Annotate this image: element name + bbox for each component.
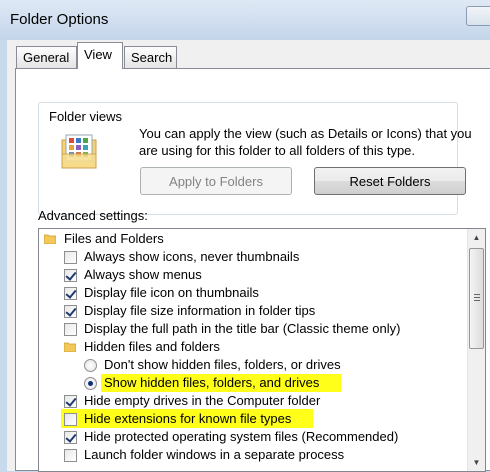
folder-icon <box>64 342 76 352</box>
tree-item-dont-show-hidden[interactable]: Don't show hidden files, folders, or dri… <box>39 356 459 374</box>
checkbox[interactable] <box>64 431 77 444</box>
checkbox[interactable] <box>64 449 77 462</box>
tree-item-label: Hidden files and folders <box>84 339 220 354</box>
checkbox[interactable] <box>64 305 77 318</box>
tree-item-launch-separate-process[interactable]: Launch folder windows in a separate proc… <box>39 446 459 464</box>
tab-view-label: View <box>84 47 112 62</box>
tab-view[interactable]: View <box>77 42 123 69</box>
folder-views-label: Folder views <box>46 109 125 124</box>
folder-views-description: You can apply the view (such as Details … <box>139 126 472 158</box>
tab-search[interactable]: Search <box>124 46 177 68</box>
tree-item-label: Hide protected operating system files (R… <box>84 429 399 444</box>
tree-item-hide-empty-drives[interactable]: Hide empty drives in the Computer folder <box>39 392 459 410</box>
scroll-thumb[interactable] <box>469 248 484 349</box>
vertical-scrollbar[interactable]: ▲ ▼ <box>467 229 485 471</box>
folder-options-dialog: General View Search Folder views You can… <box>7 40 490 472</box>
title-bar: Folder Options <box>0 0 490 40</box>
folder-icon <box>44 234 56 244</box>
tab-general-label: General <box>23 50 70 65</box>
radio-button[interactable] <box>84 359 97 372</box>
view-tab-panel: Folder views You can apply the view (suc… <box>15 68 490 472</box>
tree-item-label: Show hidden files, folders, and drives <box>104 375 320 390</box>
apply-to-folders-button[interactable]: Apply to Folders <box>140 167 292 195</box>
tree-item-label: Always show icons, never thumbnails <box>84 249 300 264</box>
tree-item-label: Hide extensions for known file types <box>84 411 292 426</box>
tree-item-label: Display the full path in the title bar (… <box>84 321 401 336</box>
tree-item-display-full-path[interactable]: Display the full path in the title bar (… <box>39 320 459 338</box>
checkbox[interactable] <box>64 323 77 336</box>
tree-item-label: Always show menus <box>84 267 202 282</box>
close-icon <box>467 7 490 27</box>
reset-folders-button[interactable]: Reset Folders <box>314 167 466 195</box>
tree-item-hide-protected-files[interactable]: Hide protected operating system files (R… <box>39 428 459 446</box>
tree-item-hidden-files-and-folders: Hidden files and folders <box>39 338 459 356</box>
tree-item-label: Hide empty drives in the Computer folder <box>84 393 321 408</box>
advanced-settings-tree[interactable]: Files and Folders Always show icons, nev… <box>38 228 486 472</box>
window-title: Folder Options <box>10 11 109 28</box>
tab-search-label: Search <box>131 50 173 65</box>
grip-icon <box>474 294 480 302</box>
tree-item-files-and-folders: Files and Folders <box>39 230 459 248</box>
advanced-settings-label: Advanced settings: <box>38 208 148 223</box>
tree-item-label: Display file size information in folder … <box>84 303 316 318</box>
checkbox[interactable] <box>64 395 77 408</box>
tree-item-always-show-icons[interactable]: Always show icons, never thumbnails <box>39 248 459 266</box>
tree-item-label: Files and Folders <box>64 231 164 246</box>
tree-item-hide-extensions[interactable]: Hide extensions for known file types <box>39 410 459 428</box>
folder-views-icon <box>61 134 97 169</box>
tree-item-display-file-icon[interactable]: Display file icon on thumbnails <box>39 284 459 302</box>
checkbox[interactable] <box>64 287 77 300</box>
tree-item-label: Don't show hidden files, folders, or dri… <box>104 357 341 372</box>
checkbox[interactable] <box>64 251 77 264</box>
tree-item-always-show-menus[interactable]: Always show menus <box>39 266 459 284</box>
radio-button[interactable] <box>84 377 97 390</box>
checkbox[interactable] <box>64 269 77 282</box>
close-button[interactable] <box>466 6 490 26</box>
tree-item-label: Launch folder windows in a separate proc… <box>84 447 345 462</box>
scroll-up-icon[interactable]: ▲ <box>468 229 485 246</box>
checkbox[interactable] <box>64 413 77 426</box>
tree-item-label: Display file icon on thumbnails <box>84 285 259 300</box>
tab-general[interactable]: General <box>16 46 77 68</box>
tree-item-display-file-size[interactable]: Display file size information in folder … <box>39 302 459 320</box>
scroll-down-icon[interactable]: ▼ <box>468 454 485 471</box>
tree-item-show-hidden[interactable]: Show hidden files, folders, and drives <box>39 374 459 392</box>
